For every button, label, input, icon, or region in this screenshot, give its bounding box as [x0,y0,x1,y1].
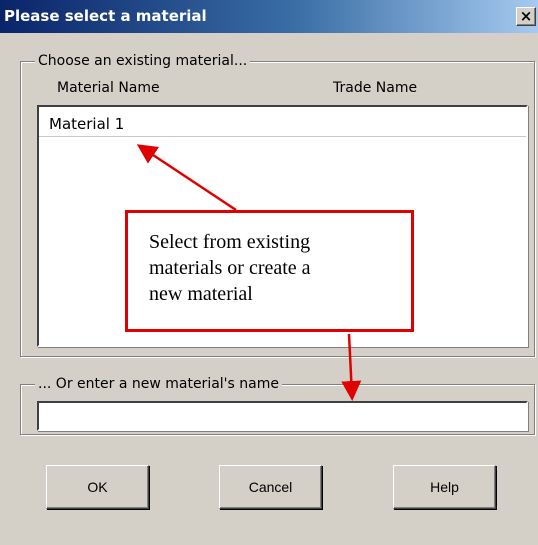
existing-material-legend: Choose an existing material... [35,53,251,69]
close-button[interactable]: × [516,7,536,26]
help-button-label: Help [430,479,459,495]
new-material-legend: ... Or enter a new material's name [35,376,282,392]
list-item[interactable]: Material 1 [39,107,526,137]
cancel-button[interactable]: Cancel [219,465,322,509]
column-header-material-name[interactable]: Material Name [57,80,160,96]
new-material-name-input[interactable] [37,401,528,431]
annotation-callout: Select from existing materials or create… [125,210,414,332]
ok-button[interactable]: OK [46,465,149,509]
title-bar[interactable]: Please select a material × [0,0,538,33]
callout-line: new material [149,283,253,305]
ok-button-label: OK [87,479,108,495]
select-material-dialog: Please select a material × Choose an exi… [0,0,538,545]
cancel-button-label: Cancel [248,479,293,495]
dialog-title: Please select a material [4,7,207,25]
callout-line: Select from existing [149,231,311,253]
column-header-trade-name[interactable]: Trade Name [333,80,417,96]
callout-line: materials or create a [149,257,311,279]
help-button[interactable]: Help [393,465,496,509]
list-item-label: Material 1 [49,115,125,133]
close-icon: × [519,7,533,25]
